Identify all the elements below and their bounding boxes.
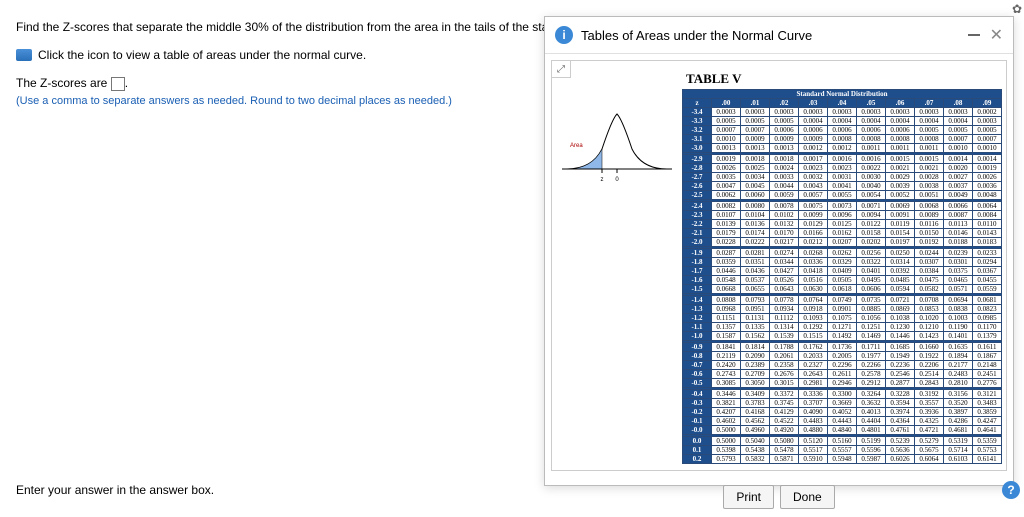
table-row: -3.20.00070.00070.00060.00060.00060.0006… [683,126,1002,135]
col-header: .02 [770,99,799,108]
normal-curve-figure: Area z 0 [556,69,678,361]
table-row: -1.40.08080.07930.07780.07640.07490.0735… [683,296,1002,305]
table-row: -1.70.04460.04360.04270.04180.04090.0401… [683,267,1002,276]
table-row: -0.70.24200.23890.23580.23270.22960.2266… [683,361,1002,370]
table-row: -2.90.00190.00180.00180.00170.00160.0016… [683,155,1002,164]
table-row: -0.80.21190.20900.20610.20330.20050.1977… [683,352,1002,361]
table-row: -0.60.27430.27090.26760.26430.26110.2578… [683,370,1002,379]
table-popup: i Tables of Areas under the Normal Curve… [544,16,1014,486]
col-header: .04 [828,99,857,108]
table-row: -2.10.01790.01740.01700.01660.01620.0158… [683,229,1002,238]
info-icon: i [555,26,573,44]
col-header: .07 [915,99,944,108]
book-icon[interactable] [16,49,32,61]
table-row: -2.30.01070.01040.01020.00990.00960.0094… [683,211,1002,220]
hint-text[interactable]: Click the icon to view a table of areas … [38,48,366,62]
col-header: .09 [973,99,1002,108]
table-row: -3.10.00100.00090.00090.00090.00080.0008… [683,135,1002,144]
table-row: -1.60.05480.05370.05260.05160.05050.0495… [683,276,1002,285]
col-header: .00 [712,99,741,108]
table-row: -1.00.15870.15620.15390.15150.14920.1469… [683,332,1002,341]
close-icon[interactable]: ✕ [990,25,1003,45]
table-row: 0.00.50000.50400.50800.51200.51600.51990… [683,437,1002,446]
popup-title: Tables of Areas under the Normal Curve [581,28,960,43]
table-row: -0.10.46020.45620.45220.44830.44430.4404… [683,417,1002,426]
done-button[interactable]: Done [780,485,835,509]
expand-icon[interactable]: ⤢ [551,60,571,78]
table-row: -2.70.00350.00340.00330.00320.00310.0030… [683,173,1002,182]
table-row: -3.40.00030.00030.00030.00030.00030.0003… [683,108,1002,117]
table-row: -1.50.06680.06550.06430.06300.06180.0606… [683,285,1002,294]
table-row: -0.20.42070.41680.41290.40900.40520.4013… [683,408,1002,417]
table-row: -0.50.30850.30500.30150.29810.29460.2912… [683,379,1002,388]
answer-input[interactable] [111,77,125,91]
table-row: -2.80.00260.00250.00240.00230.00230.0022… [683,164,1002,173]
help-icon[interactable]: ? [1002,481,1020,499]
col-header: .08 [944,99,973,108]
print-button[interactable]: Print [723,485,774,509]
answer-label: The Z-scores are [16,76,107,90]
col-header: z [683,99,712,108]
table-row: -3.00.00130.00130.00130.00120.00120.0011… [683,144,1002,153]
table-row: -0.30.38210.37830.37450.37070.36690.3632… [683,399,1002,408]
z-table: Standard Normal Distribution z.00.01.02.… [682,89,1002,464]
table-row: -0.90.18410.18140.17880.17620.17360.1711… [683,343,1002,352]
gear-icon[interactable]: ✿ [1012,2,1022,16]
minimize-icon[interactable] [968,34,980,36]
table-row: -2.20.01390.01360.01320.01290.01250.0122… [683,220,1002,229]
col-header: .01 [741,99,770,108]
table-row: -0.00.50000.49600.49200.48800.48400.4801… [683,426,1002,435]
table-row: 0.10.53980.54380.54780.55170.55570.55960… [683,446,1002,455]
dist-label: Standard Normal Distribution [683,90,1002,99]
svg-text:0: 0 [615,177,619,183]
table-label: TABLE V [682,69,746,89]
col-header: .05 [857,99,886,108]
col-header: .03 [799,99,828,108]
table-row: -3.30.00050.00050.00050.00040.00040.0004… [683,117,1002,126]
table-row: -2.40.00820.00800.00780.00750.00730.0071… [683,202,1002,211]
enter-answer-hint: Enter your answer in the answer box. [16,483,214,497]
table-row: -0.40.34460.34090.33720.33360.33000.3264… [683,390,1002,399]
table-row: -1.30.09680.09510.09340.09180.09010.0885… [683,305,1002,314]
table-row: -1.20.11510.11310.11120.10930.10750.1056… [683,314,1002,323]
table-row: -1.10.13570.13350.13140.12920.12710.1251… [683,323,1002,332]
table-row: -1.80.03590.03510.03440.03360.03290.0322… [683,258,1002,267]
table-row: -2.50.00620.00600.00590.00570.00550.0054… [683,191,1002,200]
table-row: -2.00.02280.02220.02170.02120.02070.0202… [683,238,1002,247]
table-row: 0.20.57930.58320.58710.59100.59480.59870… [683,455,1002,464]
svg-text:Area: Area [570,143,583,149]
col-header: .06 [886,99,915,108]
table-row: -2.60.00470.00450.00440.00430.00410.0040… [683,182,1002,191]
svg-text:z: z [601,177,604,183]
table-row: -1.90.02870.02810.02740.02680.02620.0256… [683,249,1002,258]
